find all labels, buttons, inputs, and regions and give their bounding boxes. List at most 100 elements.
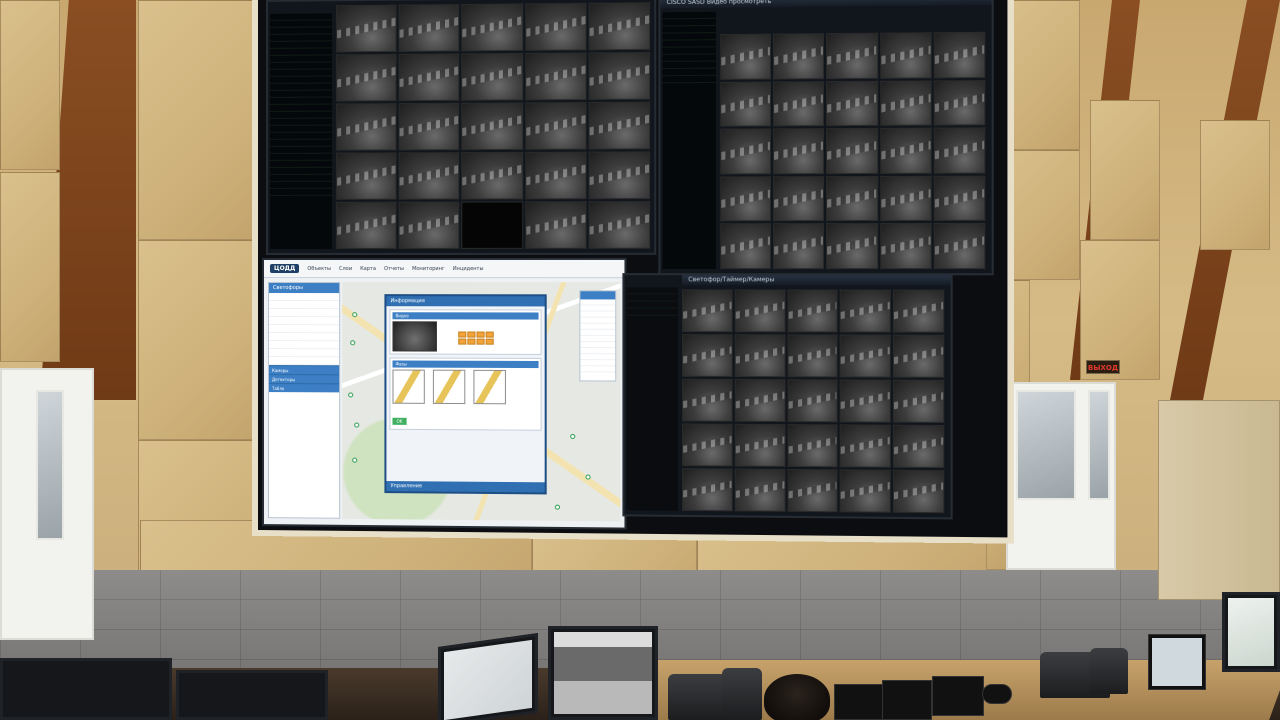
camera-feed[interactable] [880, 223, 932, 269]
sidebar-row[interactable] [269, 349, 339, 357]
sidebar-row[interactable] [269, 333, 339, 341]
camera-feed[interactable] [840, 379, 891, 422]
camera-feed[interactable] [720, 224, 771, 269]
camera-feed[interactable] [735, 424, 786, 467]
camera-feed[interactable] [525, 3, 586, 51]
camera-feed[interactable] [588, 151, 650, 199]
camera-list-item[interactable] [662, 76, 716, 83]
camera-feed[interactable] [826, 176, 877, 222]
sidebar-head[interactable]: Светофоры [269, 283, 339, 293]
camera-feed[interactable] [336, 5, 397, 53]
camera-feed[interactable] [840, 290, 891, 333]
camera-thumbnail[interactable] [392, 321, 436, 351]
camera-feed[interactable] [588, 201, 650, 249]
camera-feed[interactable] [787, 334, 838, 377]
mode-key[interactable] [467, 332, 475, 338]
camera-feed[interactable] [773, 224, 824, 270]
traffic-light-marker[interactable] [352, 458, 357, 463]
camera-feed[interactable] [826, 128, 877, 174]
camera-feed[interactable] [893, 335, 944, 378]
camera-feed[interactable] [880, 32, 932, 78]
camera-feed[interactable] [840, 334, 891, 377]
ok-button[interactable]: OK [392, 418, 406, 425]
camera-feed[interactable] [399, 103, 460, 151]
phase-diagram[interactable] [392, 370, 424, 404]
camera-list-item[interactable] [627, 287, 678, 294]
phase-diagram[interactable] [433, 370, 465, 404]
camera-feed[interactable] [787, 289, 838, 332]
camera-feed[interactable] [934, 175, 986, 221]
layer-row[interactable] [580, 366, 615, 372]
camera-feed[interactable] [826, 33, 877, 79]
camera-feed[interactable] [336, 152, 397, 199]
traffic-light-marker[interactable] [555, 505, 560, 510]
camera-feed[interactable] [735, 469, 786, 512]
camera-feed[interactable] [462, 102, 523, 150]
camera-feed[interactable] [893, 470, 944, 513]
camera-feed[interactable] [880, 176, 932, 222]
camera-feed[interactable] [588, 2, 650, 50]
sidebar-row[interactable] [269, 317, 339, 325]
camera-feed[interactable] [336, 54, 397, 102]
camera-feed[interactable] [462, 201, 523, 249]
camera-feed[interactable] [720, 176, 771, 222]
camera-feed[interactable] [880, 128, 932, 174]
camera-list-item[interactable] [270, 189, 332, 196]
camera-feed[interactable] [840, 424, 891, 467]
sidebar-tab[interactable]: Камеры [269, 365, 339, 374]
camera-feed[interactable] [893, 290, 944, 333]
camera-feed[interactable] [773, 128, 824, 174]
traffic-light-marker[interactable] [348, 392, 353, 397]
camera-list-item[interactable] [627, 309, 678, 316]
menu-item[interactable]: Объекты [307, 266, 331, 272]
camera-feed[interactable] [787, 469, 838, 512]
traffic-light-marker[interactable] [350, 340, 355, 345]
sidebar-row[interactable] [269, 341, 339, 349]
camera-feed[interactable] [399, 202, 460, 249]
camera-feed[interactable] [336, 202, 397, 249]
camera-feed[interactable] [399, 53, 460, 101]
sidebar-row[interactable] [269, 309, 339, 317]
camera-feed[interactable] [588, 102, 650, 150]
camera-feed[interactable] [787, 424, 838, 467]
camera-feed[interactable] [720, 81, 771, 127]
camera-feed[interactable] [880, 80, 932, 126]
camera-feed[interactable] [399, 4, 460, 52]
camera-feed[interactable] [934, 128, 986, 174]
camera-feed[interactable] [934, 223, 986, 269]
mode-key[interactable] [486, 339, 494, 345]
menu-item[interactable]: Карта [360, 266, 376, 272]
sidebar-row[interactable] [269, 293, 339, 301]
traffic-light-marker[interactable] [586, 475, 591, 480]
mode-key[interactable] [467, 339, 475, 345]
mode-key[interactable] [477, 332, 485, 338]
menu-item[interactable]: Отчеты [384, 266, 404, 272]
camera-feed[interactable] [525, 152, 586, 200]
camera-feed[interactable] [720, 34, 771, 80]
camera-feed[interactable] [588, 52, 650, 100]
camera-feed[interactable] [462, 3, 523, 51]
camera-feed[interactable] [336, 103, 397, 151]
camera-feed[interactable] [735, 289, 786, 332]
camera-feed[interactable] [462, 53, 523, 101]
camera-list-item[interactable] [627, 301, 678, 308]
menu-item[interactable]: Слои [339, 266, 352, 272]
camera-feed[interactable] [682, 379, 732, 422]
camera-feed[interactable] [735, 334, 786, 377]
camera-feed[interactable] [682, 468, 732, 511]
traffic-light-marker[interactable] [354, 423, 359, 428]
camera-feed[interactable] [525, 201, 586, 249]
mode-key[interactable] [486, 332, 494, 338]
camera-feed[interactable] [525, 102, 586, 150]
sidebar-tab[interactable]: Табло [269, 383, 339, 392]
camera-feed[interactable] [735, 379, 786, 422]
camera-list-item[interactable] [627, 294, 678, 301]
camera-feed[interactable] [773, 33, 824, 79]
camera-feed[interactable] [826, 223, 877, 269]
dialog-footer[interactable]: Управление [386, 481, 544, 492]
camera-feed[interactable] [720, 129, 771, 175]
camera-feed[interactable] [682, 423, 732, 466]
camera-feed[interactable] [787, 379, 838, 422]
camera-feed[interactable] [934, 80, 986, 126]
traffic-light-marker[interactable] [352, 312, 357, 317]
